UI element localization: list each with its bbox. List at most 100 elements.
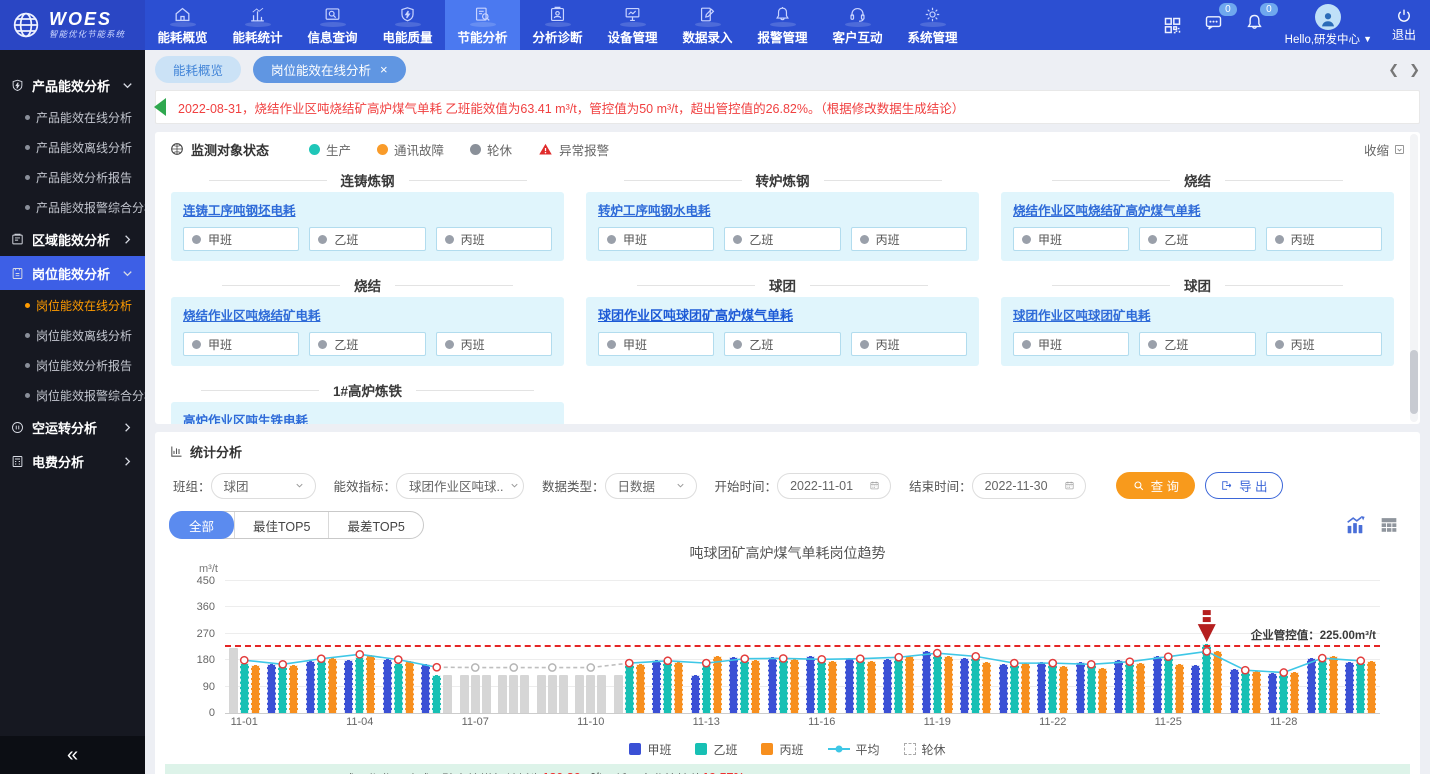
filters-row: 班组： 球团 能效指标： 球团作业区吨球.. 数据类型： 日数据 开始时间： 2 bbox=[169, 472, 1406, 499]
nav-item-customer-interaction[interactable]: 客户互动 bbox=[820, 0, 895, 50]
status-legend-comm-fault: 通讯故障 bbox=[377, 140, 444, 159]
topbar-right: 0 0 Hello,研发中心 ▼ 退出 bbox=[1162, 0, 1430, 50]
shift-box-jia[interactable]: 甲班 bbox=[183, 332, 299, 356]
shift-box-yi[interactable]: 乙班 bbox=[1139, 332, 1255, 356]
nav-item-info-query[interactable]: 信息查询 bbox=[295, 0, 370, 50]
scrollbar-thumb[interactable] bbox=[1410, 350, 1418, 414]
sidebar-item-product-efficiency-report[interactable]: 产品能效分析报告 bbox=[0, 162, 145, 192]
group-select[interactable]: 球团 bbox=[211, 473, 316, 499]
shift-box-bing[interactable]: 丙班 bbox=[436, 332, 552, 356]
tab-post-efficiency-online[interactable]: 岗位能效在线分析× bbox=[253, 56, 406, 83]
status-dot-icon bbox=[733, 340, 742, 349]
sidebar-collapse-button[interactable]: « bbox=[0, 736, 145, 774]
sidebar-item-post-efficiency-online[interactable]: 岗位能效在线分析 bbox=[0, 290, 145, 320]
x-axis-tick: 11-04 bbox=[341, 716, 380, 732]
monitor-card-title-link[interactable]: 转炉工序吨钢水电耗 bbox=[598, 200, 711, 219]
end-date-input[interactable]: 2022-11-30 bbox=[972, 473, 1086, 499]
segment-last5[interactable]: 最差TOP5 bbox=[328, 512, 422, 538]
shift-row: 甲班 乙班 丙班 bbox=[598, 227, 967, 251]
shift-box-jia[interactable]: 甲班 bbox=[1013, 227, 1129, 251]
export-button-label: 导 出 bbox=[1239, 476, 1267, 495]
status-dot-icon bbox=[1148, 340, 1157, 349]
status-legend-label: 轮休 bbox=[487, 140, 512, 159]
segment-all[interactable]: 全部 bbox=[169, 511, 234, 539]
tab-scroll-left-icon[interactable]: ❮ bbox=[1388, 62, 1399, 78]
nav-item-power-quality[interactable]: 电能质量 bbox=[370, 0, 445, 50]
legend-item-a: 甲班 bbox=[629, 741, 671, 758]
shift-box-jia[interactable]: 甲班 bbox=[598, 227, 714, 251]
shift-box-bing[interactable]: 丙班 bbox=[851, 227, 967, 251]
monitor-card-title-link[interactable]: 连铸工序吨钢坯电耗 bbox=[183, 200, 296, 219]
shift-box-yi[interactable]: 乙班 bbox=[309, 332, 425, 356]
sidebar-item-electricity-fee-analysis[interactable]: 电费分析 bbox=[0, 444, 145, 478]
logout-button[interactable]: 退出 bbox=[1392, 7, 1416, 43]
table-view-icon[interactable] bbox=[1378, 514, 1400, 536]
shift-box-yi[interactable]: 乙班 bbox=[724, 227, 840, 251]
divider bbox=[416, 390, 534, 391]
shift-box-jia[interactable]: 甲班 bbox=[1013, 332, 1129, 356]
sidebar-item-post-efficiency[interactable]: 岗位能效分析 bbox=[0, 256, 145, 290]
tab-scroll-right-icon[interactable]: ❯ bbox=[1409, 62, 1420, 78]
tabbar: 能耗概览岗位能效在线分析× bbox=[155, 56, 406, 83]
notification-button[interactable]: 0 bbox=[1244, 12, 1265, 38]
sidebar-item-post-efficiency-offline[interactable]: 岗位能效离线分析 bbox=[0, 320, 145, 350]
user-menu[interactable]: Hello,研发中心 ▼ bbox=[1285, 4, 1372, 47]
tab-energy-overview[interactable]: 能耗概览 bbox=[155, 56, 241, 83]
sidebar-item-product-efficiency[interactable]: 产品能效分析 bbox=[0, 68, 145, 102]
divider bbox=[209, 180, 327, 181]
segment-top5[interactable]: 最佳TOP5 bbox=[234, 512, 328, 538]
alert-banner: 2022-08-31，烧结作业区吨烧结矿高炉煤气单耗 乙班能效值为63.41 m… bbox=[155, 90, 1420, 124]
qr-code-icon[interactable] bbox=[1162, 15, 1183, 36]
start-date-input[interactable]: 2022-11-01 bbox=[777, 473, 891, 499]
nav-item-energy-saving-analysis[interactable]: 节能分析 bbox=[445, 0, 520, 50]
panel-collapse-button[interactable]: 收缩 bbox=[1364, 140, 1406, 159]
nav-item-analysis-diagnosis[interactable]: 分析诊断 bbox=[520, 0, 595, 50]
status-dot-icon bbox=[1275, 340, 1284, 349]
message-button[interactable]: 0 bbox=[1203, 12, 1224, 38]
shift-label: 乙班 bbox=[749, 231, 773, 248]
shift-box-yi[interactable]: 乙班 bbox=[724, 332, 840, 356]
export-button[interactable]: 导 出 bbox=[1205, 472, 1282, 499]
stats-header: 统计分析 bbox=[169, 440, 1406, 462]
sidebar-item-product-efficiency-offline[interactable]: 产品能效离线分析 bbox=[0, 132, 145, 162]
close-icon[interactable]: × bbox=[380, 62, 388, 77]
monitor-card-title-link[interactable]: 球团作业区吨球团矿电耗 bbox=[1013, 305, 1151, 324]
x-axis-tick: 11-07 bbox=[456, 716, 495, 732]
nav-item-system-management[interactable]: 系统管理 bbox=[895, 0, 970, 50]
shift-box-yi[interactable]: 乙班 bbox=[309, 227, 425, 251]
monitor-card-title-link[interactable]: 高炉作业区吨生铁电耗 bbox=[183, 410, 308, 424]
sidebar-item-product-efficiency-online[interactable]: 产品能效在线分析 bbox=[0, 102, 145, 132]
shift-box-bing[interactable]: 丙班 bbox=[1266, 227, 1382, 251]
datatype-select[interactable]: 日数据 bbox=[605, 473, 697, 499]
monitor-card-title-link[interactable]: 球团作业区吨球团矿高炉煤气单耗 bbox=[598, 305, 793, 324]
nav-item-data-entry[interactable]: 数据录入 bbox=[670, 0, 745, 50]
sidebar-item-post-efficiency-alarm[interactable]: 岗位能效报警综合分析 bbox=[0, 380, 145, 410]
nav-item-energy-statistics[interactable]: 能耗统计 bbox=[220, 0, 295, 50]
shift-box-yi[interactable]: 乙班 bbox=[1139, 227, 1255, 251]
monitor-group-header: 转炉炼钢 bbox=[586, 168, 979, 192]
shift-box-bing[interactable]: 丙班 bbox=[1266, 332, 1382, 356]
shift-box-bing[interactable]: 丙班 bbox=[851, 332, 967, 356]
nav-item-label: 节能分析 bbox=[457, 27, 507, 46]
sidebar-item-post-efficiency-report[interactable]: 岗位能效分析报告 bbox=[0, 350, 145, 380]
shift-box-jia[interactable]: 甲班 bbox=[183, 227, 299, 251]
monitor-group: 球团球团作业区吨球团矿电耗甲班乙班丙班 bbox=[1001, 273, 1394, 366]
nav-item-alarm-management[interactable]: 报警管理 bbox=[745, 0, 820, 50]
chart-view-icon[interactable] bbox=[1344, 514, 1366, 536]
start-date-label: 开始时间： bbox=[715, 476, 778, 495]
indicator-select[interactable]: 球团作业区吨球.. bbox=[396, 473, 524, 499]
shift-box-bing[interactable]: 丙班 bbox=[436, 227, 552, 251]
nav-item-energy-overview[interactable]: 能耗概览 bbox=[145, 0, 220, 50]
comm-fault-dot-icon bbox=[377, 144, 388, 155]
sidebar-item-region-efficiency[interactable]: 区域能效分析 bbox=[0, 222, 145, 256]
x-axis-tick bbox=[1111, 716, 1150, 732]
bell-icon bbox=[1244, 12, 1265, 33]
nav-item-device-management[interactable]: 设备管理 bbox=[595, 0, 670, 50]
shift-label: 甲班 bbox=[208, 231, 232, 248]
monitor-card-title-link[interactable]: 烧结作业区吨烧结矿电耗 bbox=[183, 305, 321, 324]
query-button[interactable]: 查 询 bbox=[1116, 472, 1195, 499]
shift-box-jia[interactable]: 甲班 bbox=[598, 332, 714, 356]
monitor-card-title-link[interactable]: 烧结作业区吨烧结矿高炉煤气单耗 bbox=[1013, 200, 1201, 219]
sidebar-item-idle-run-analysis[interactable]: 空运转分析 bbox=[0, 410, 145, 444]
sidebar-item-product-efficiency-alarm[interactable]: 产品能效报警综合分析 bbox=[0, 192, 145, 222]
